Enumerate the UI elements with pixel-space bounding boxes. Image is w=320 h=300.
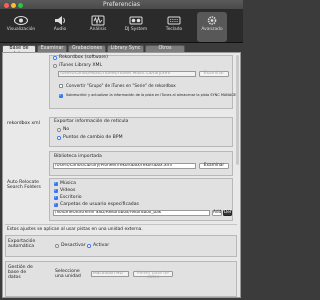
drive-select[interactable]: Macintosh HD (91, 271, 129, 277)
gear-icon (207, 16, 217, 25)
move-database-button[interactable]: Mover base de datos (133, 271, 173, 280)
music-checkbox[interactable] (54, 180, 58, 186)
rekordbox-xml-browse-button[interactable]: Examinar (199, 163, 229, 169)
convert-group-checkbox[interactable] (59, 84, 63, 88)
auto-update-label: Sobrescribir y actualizar la información… (66, 93, 239, 97)
title-bar: Preferencias (0, 0, 243, 10)
tab-base-de-datos[interactable]: Base de datos (2, 45, 36, 57)
toolbar-label: DJ System (124, 27, 148, 32)
auto-export-disable-label: Desactivar (61, 243, 86, 248)
music-label: Música (60, 181, 76, 186)
videos-checkbox[interactable] (54, 187, 58, 193)
settings-panel: Rekordbox (software) iTunes Library XML … (2, 52, 241, 298)
eye-icon (14, 15, 28, 26)
grid-bpm-label: Puntos de cambio de BPM (63, 135, 123, 140)
grid-no-label: No (63, 127, 70, 132)
section-divider (5, 224, 237, 225)
select-drive-label: Seleccione una unidad (55, 269, 81, 279)
auto-relocate-label: Auto Relocate Search Folders (7, 180, 41, 190)
window-title: Preferencias (103, 1, 140, 8)
rekordbox-radio-label: Rekordbox (software) (59, 55, 108, 60)
itunes-radio-label: iTunes Library XML (59, 63, 103, 68)
grid-export-label: Exportar información de retícula (54, 119, 129, 124)
itunes-browse-button[interactable]: Examinar (199, 71, 229, 77)
toolbar-audio[interactable]: Audio (45, 12, 75, 42)
db-management-group (5, 261, 237, 297)
add-folder-button[interactable]: Add (212, 210, 222, 216)
keyboard-icon (167, 16, 181, 25)
desktop-checkbox[interactable] (54, 194, 58, 200)
db-management-label: Gestión de base de datos (8, 265, 33, 280)
itunes-radio[interactable] (53, 64, 57, 68)
desktop-label: Escritorio (60, 195, 82, 200)
tab-grabaciones[interactable]: Grabaciones (68, 45, 106, 52)
external-drive-note: Estos ajustes se aplican al usar pistas … (7, 227, 143, 232)
waveform-icon (91, 15, 105, 26)
specified-folders-checkbox[interactable] (54, 201, 58, 207)
tab-otros[interactable]: Otros (145, 45, 185, 52)
rekordbox-xml-path-field[interactable]: /Users/carlos/Library/Pioneer/rekordbox/… (53, 163, 196, 169)
delete-folder-button[interactable]: Del (223, 210, 232, 216)
auto-export-enable-label: Activar (93, 243, 110, 248)
auto-export-label: Exportación automática (8, 239, 36, 249)
rekordbox-xml-label: rekordbox xml (7, 121, 40, 126)
panel-scrollbar[interactable] (236, 55, 239, 165)
videos-label: Vídeos (60, 188, 76, 193)
toolbar-label: Teclado (165, 27, 183, 32)
grid-bpm-radio[interactable] (57, 136, 61, 140)
tab-bar: Base de datos Examinar Grabaciones Libra… (0, 44, 243, 57)
auto-export-enable-radio[interactable] (87, 244, 91, 248)
rekordbox-radio[interactable] (53, 56, 57, 60)
toolbar-avanzado[interactable]: Avanzado (197, 12, 227, 42)
speaker-icon (55, 16, 65, 25)
toolbar-teclado[interactable]: Teclado (159, 12, 189, 42)
dj-system-icon (129, 16, 143, 25)
toolbar-visualizacion[interactable]: Visualización (6, 12, 36, 42)
specified-folders-label: Carpetas de usuario especificadas (60, 202, 139, 207)
itunes-path-field[interactable]: /Users/carlos/Music/iTunes/iTunes Music … (58, 71, 196, 77)
convert-group-label: Convertir "Grupo" de iTunes en "Serie" d… (66, 83, 176, 88)
toolbar-dj-system[interactable]: DJ System (121, 12, 151, 42)
toolbar-label: Audio (53, 27, 67, 32)
toolbar-label: Visualización (6, 27, 36, 32)
grid-no-radio[interactable] (57, 128, 61, 132)
preferences-toolbar: Visualización Audio Análisis DJ System T… (0, 10, 243, 43)
auto-update-checkbox[interactable] (59, 92, 63, 98)
toolbar-label: Análisis (89, 27, 107, 32)
imported-library-label: Biblioteca importada (54, 154, 102, 159)
auto-export-disable-radio[interactable] (55, 244, 59, 248)
tab-examinar[interactable]: Examinar (37, 45, 67, 52)
toolbar-label: Avanzado (201, 27, 223, 32)
toolbar-analisis[interactable]: Análisis (83, 12, 113, 42)
relocate-folder-field[interactable]: /Volumes/Extreme SSD/Rekordbox/rekordbox… (53, 210, 210, 216)
tab-library-sync[interactable]: Library Sync (107, 45, 144, 52)
